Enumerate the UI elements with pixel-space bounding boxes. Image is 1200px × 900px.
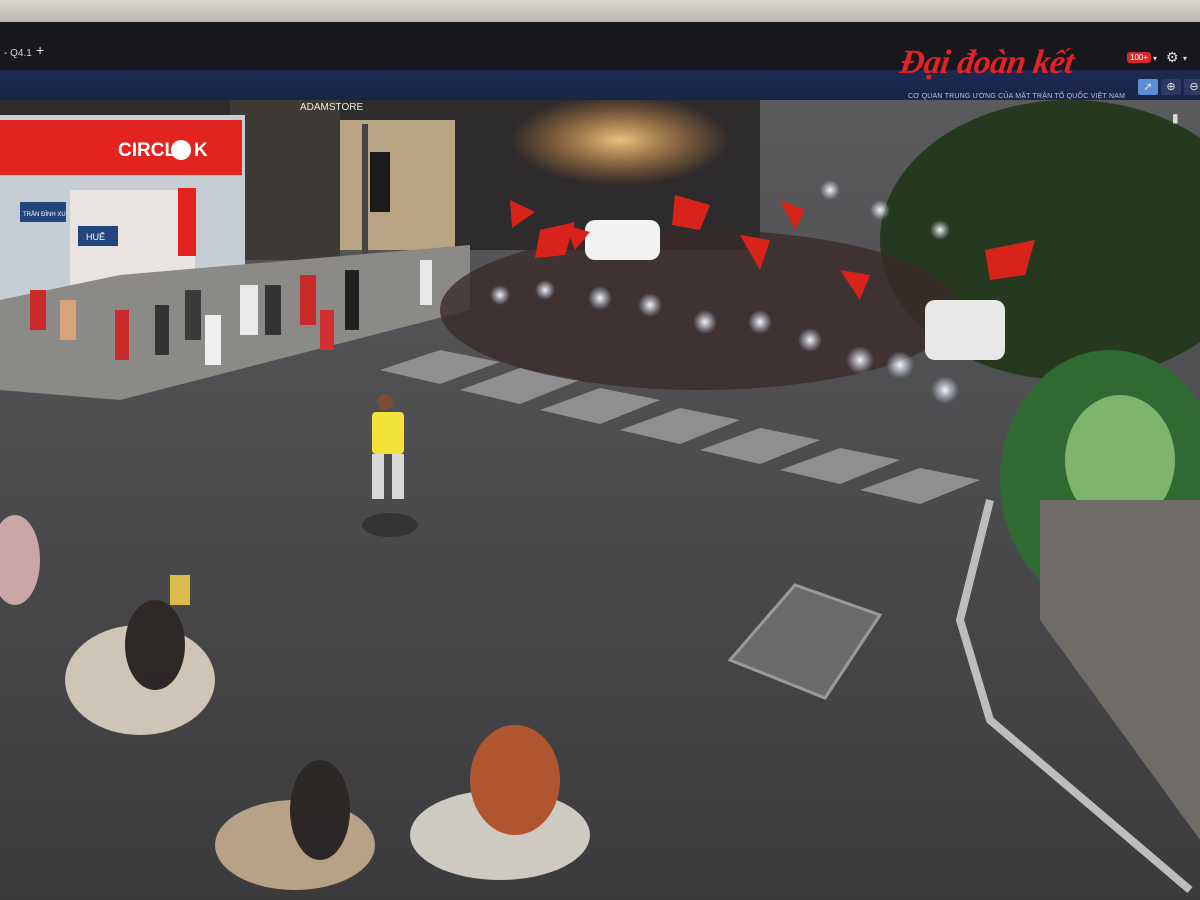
shop-wall — [340, 120, 455, 250]
street-sign-text: HUẾ — [86, 232, 105, 242]
site-logo[interactable]: Đại đoàn kết — [897, 44, 1076, 82]
shop-name-text: ADAMSTORE — [300, 102, 363, 113]
store-sign-text: CIRCLE K — [118, 140, 208, 161]
store-pillar — [178, 188, 196, 256]
gear-icon[interactable]: ⚙ — [1166, 49, 1179, 66]
cursor-icon[interactable]: ➚ — [1138, 79, 1158, 95]
white-car — [925, 300, 1005, 360]
building-dark — [230, 100, 340, 260]
street-photo: CIRCLE K TRẦN ĐÌNH XU HUẾ ADAMSTORE — [0, 100, 1200, 900]
chevron-down-icon[interactable]: ▾ — [1153, 54, 1157, 63]
notification-badge[interactable]: 100+ — [1127, 52, 1152, 63]
monitor-bezel — [0, 0, 1200, 22]
traffic-light — [370, 152, 390, 212]
street-sign-text: TRẦN ĐÌNH XU — [23, 211, 66, 218]
white-car — [585, 220, 660, 260]
zoom-out-icon[interactable]: ⊖ — [1184, 79, 1200, 95]
new-tab-button[interactable]: + — [36, 42, 44, 58]
document-icon[interactable]: ▮ — [1172, 111, 1179, 125]
site-tagline: CƠ QUAN TRUNG ƯƠNG CỦA MẶT TRẬN TỔ QUỐC … — [908, 93, 1126, 100]
store-logo-circle — [171, 140, 191, 160]
chevron-down-icon[interactable]: ▾ — [1183, 54, 1187, 63]
browser-tab[interactable]: - Q4.1 — [4, 48, 32, 59]
zoom-in-icon[interactable]: ⊕ — [1161, 79, 1181, 95]
